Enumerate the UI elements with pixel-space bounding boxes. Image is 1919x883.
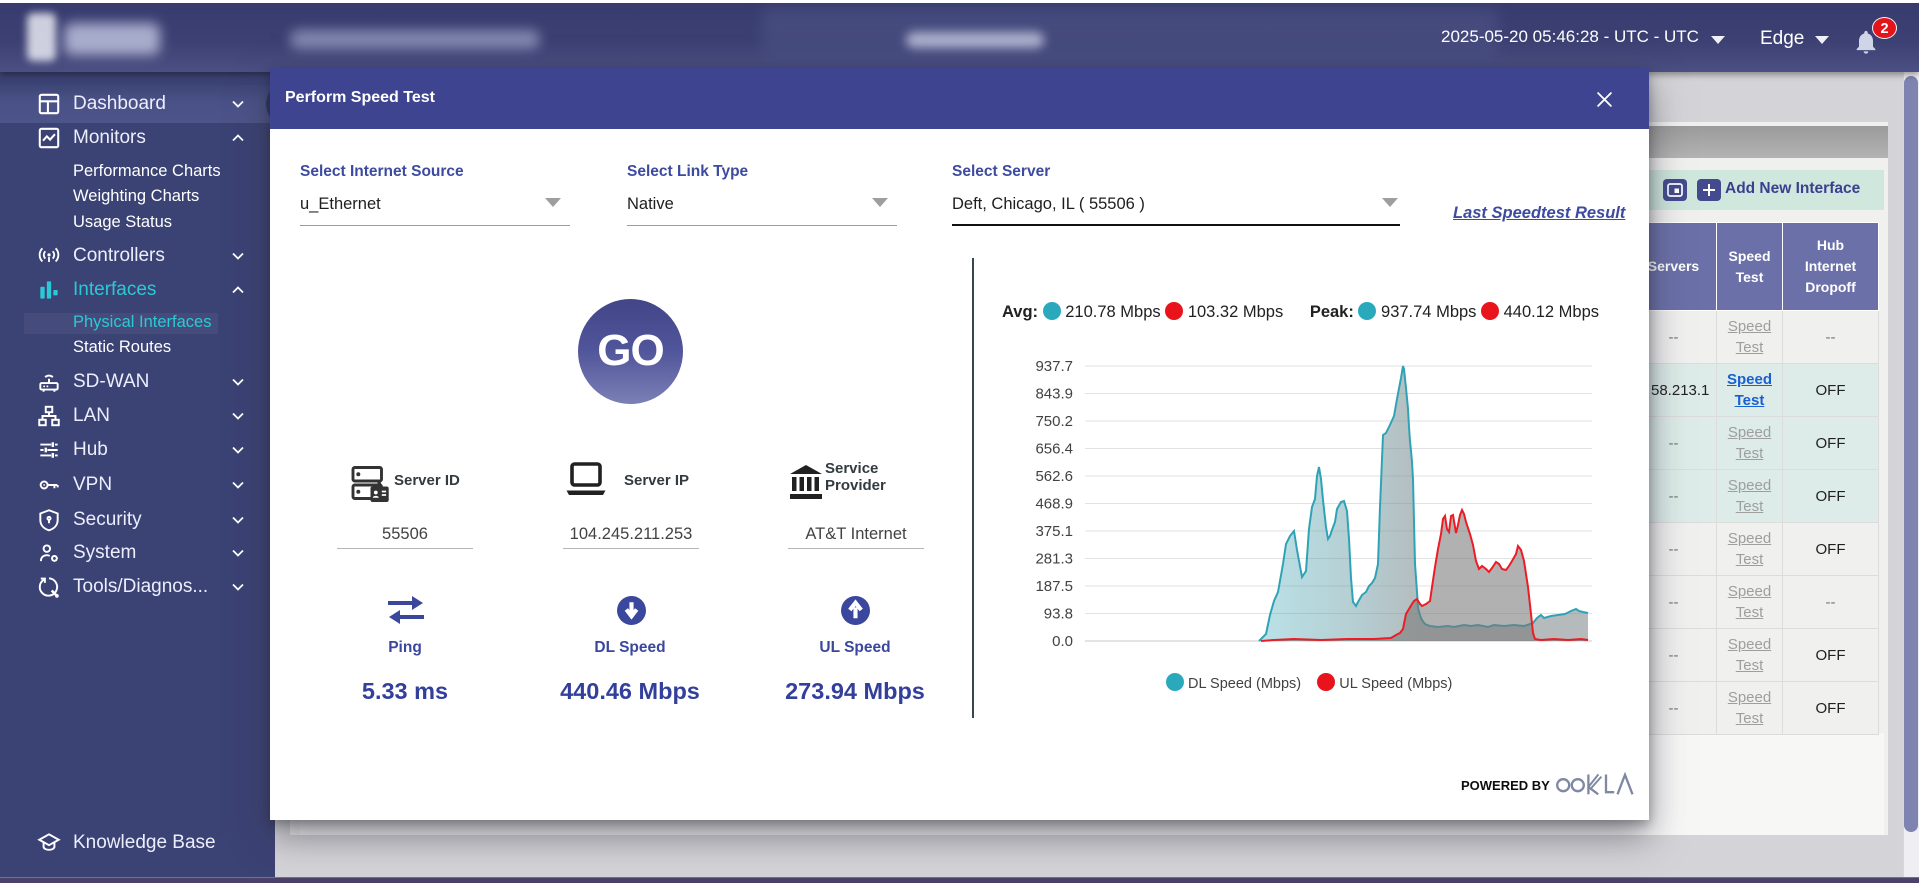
svg-text:937.7: 937.7 — [1035, 358, 1073, 375]
svg-text:656.4: 656.4 — [1035, 441, 1073, 458]
svg-text:562.6: 562.6 — [1035, 468, 1073, 485]
svg-text:281.3: 281.3 — [1035, 551, 1073, 568]
svg-text:750.2: 750.2 — [1035, 413, 1073, 430]
svg-text:187.5: 187.5 — [1035, 578, 1073, 595]
svg-text:375.1: 375.1 — [1035, 523, 1073, 540]
svg-text:468.9: 468.9 — [1035, 496, 1073, 513]
svg-text:0.0: 0.0 — [1052, 633, 1073, 650]
svg-text:843.9: 843.9 — [1035, 386, 1073, 403]
svg-text:93.8: 93.8 — [1044, 606, 1073, 623]
